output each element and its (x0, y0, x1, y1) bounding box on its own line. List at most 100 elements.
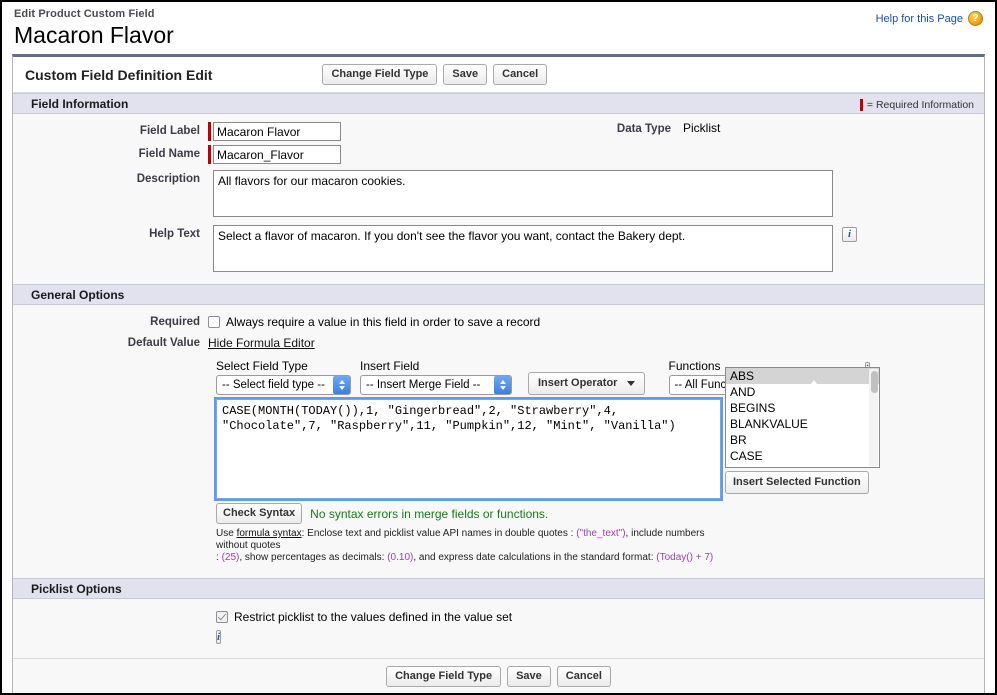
section-title-field-information: Field Information (31, 96, 129, 111)
cancel-button-top[interactable]: Cancel (493, 64, 548, 85)
required-checkbox-row: Always require a value in this field in … (208, 315, 540, 329)
formula-syntax-help: Use formula syntax: Enclose text and pic… (216, 528, 728, 564)
change-field-type-button-top[interactable]: Change Field Type (322, 64, 438, 85)
field-label-input[interactable] (213, 122, 341, 141)
description-label: Description (136, 173, 200, 185)
data-type-label: Data Type (616, 123, 671, 135)
breadcrumb: Edit Product Custom Field (14, 8, 155, 20)
field-label-row: Field Label (13, 120, 984, 143)
required-label: Required (150, 316, 200, 328)
hide-formula-editor-link[interactable]: Hide Formula Editor (208, 336, 315, 350)
help-code-3: (0.10) (387, 552, 414, 563)
help-text-control: Select a flavor of macaron. If you don't… (208, 225, 857, 272)
chevron-down-icon (626, 380, 635, 386)
section-title-picklist-options: Picklist Options (31, 581, 122, 596)
section-header-picklist-options: Picklist Options (13, 578, 984, 599)
formula-syntax-link[interactable]: formula syntax (237, 528, 302, 539)
select-field-type-group: Select Field Type -- Select field type -… (216, 359, 351, 395)
function-list-scrollbar-thumb[interactable] (870, 371, 878, 393)
general-options-body: Required Always require a value in this … (13, 305, 984, 570)
function-list-item[interactable]: AND (726, 384, 879, 400)
save-button-top[interactable]: Save (443, 64, 488, 85)
insert-operator-button[interactable]: Insert Operator (528, 372, 645, 395)
restrict-picklist-checkbox[interactable] (216, 611, 228, 623)
field-name-input[interactable] (213, 145, 341, 164)
help-for-this-page-link[interactable]: Help for this Page (876, 13, 963, 25)
function-list-item[interactable]: BLANKVALUE (726, 416, 879, 432)
help-code-2: (25) (221, 552, 240, 563)
data-type-row: Data Type Picklist (558, 121, 720, 135)
check-syntax-row: Check Syntax No syntax errors in merge f… (216, 503, 984, 524)
function-list-item[interactable]: ABS (726, 368, 879, 384)
page-title: Macaron Flavor (14, 22, 174, 48)
question-mark-icon[interactable]: ? (968, 11, 983, 26)
insert-operator-group: Insert Operator (528, 372, 645, 395)
help-code-4: (Today() + 7) (656, 552, 714, 563)
section-title-general-options: General Options (31, 287, 125, 302)
insert-field-label: Insert Field (360, 359, 420, 373)
help-code-1: ("the_text") (576, 528, 626, 539)
field-information-body: Data Type Picklist Field Label Field Nam… (13, 114, 984, 284)
required-checkbox[interactable] (208, 316, 220, 328)
field-label-control (208, 122, 341, 141)
save-button-bottom[interactable]: Save (507, 665, 551, 687)
formula-textarea[interactable]: CASE(MONTH(TODAY()),1, "Gingerbread",2, … (214, 397, 723, 501)
required-marker-field-label (208, 122, 211, 141)
insert-selected-function-button[interactable]: Insert Selected Function (725, 471, 869, 494)
masthead: Edit Product Custom Field Macaron Flavor… (2, 2, 995, 54)
restrict-picklist-info-wrap: i (216, 629, 984, 644)
restrict-picklist-text: Restrict picklist to the values defined … (234, 610, 513, 624)
required-information-legend: = Required Information (859, 94, 974, 115)
required-marker-field-name (208, 145, 211, 164)
check-syntax-button[interactable]: Check Syntax (216, 503, 303, 524)
default-value-label: Default Value (127, 337, 200, 349)
panel-header: Custom Field Definition Edit Change Fiel… (13, 57, 984, 93)
field-name-control (208, 145, 341, 164)
field-name-label: Field Name (138, 148, 200, 160)
formula-editor: Select Field Type -- Select field type -… (214, 359, 984, 564)
description-textarea[interactable]: All flavors for our macaron cookies. (213, 170, 833, 217)
insert-merge-field-dropdown[interactable]: -- Insert Merge Field -- (360, 375, 512, 395)
insert-field-wrap: -- Insert Merge Field -- (360, 375, 512, 395)
function-list-column: ABS AND BEGINS BLANKVALUE BR CASE Insert… (725, 367, 880, 494)
restrict-picklist-info-icon[interactable]: i (216, 630, 222, 644)
formula-syntax-help-line-1: Use formula syntax: Enclose text and pic… (216, 528, 728, 552)
select-field-type-dropdown[interactable]: -- Select field type -- (216, 375, 351, 395)
restrict-picklist-group: Restrict picklist to the values defined … (216, 611, 984, 644)
field-name-row: Field Name (13, 143, 984, 166)
default-value-row: Default Value Hide Formula Editor (13, 334, 984, 352)
help-for-this-page[interactable]: Help for this Page ? (876, 11, 983, 26)
help-text-e: , show percentages as decimals: (239, 552, 388, 563)
help-text-b: : Enclose text and picklist value API na… (301, 528, 577, 539)
picklist-options-body: Restrict picklist to the values defined … (13, 599, 984, 658)
section-header-field-information: Field Information = Required Information (13, 93, 984, 114)
insert-field-group: Insert Field -- Insert Merge Field -- (360, 359, 512, 395)
field-label-label: Field Label (139, 125, 200, 137)
formula-main-row: CASE(MONTH(TODAY()),1, "Gingerbread",2, … (214, 367, 984, 501)
select-field-type-label: Select Field Type (216, 359, 308, 373)
function-listbox[interactable]: ABS AND BEGINS BLANKVALUE BR CASE (725, 367, 880, 468)
required-row: Required Always require a value in this … (13, 313, 984, 331)
app-window: Edit Product Custom Field Macaron Flavor… (0, 0, 997, 695)
data-type-value: Picklist (683, 121, 721, 135)
select-field-type-wrap: -- Select field type -- (216, 375, 351, 395)
section-header-general-options: General Options (13, 284, 984, 305)
help-text-f: , and express date calculations in the s… (413, 552, 657, 563)
function-list-item[interactable]: BR (726, 432, 879, 448)
change-field-type-button-bottom[interactable]: Change Field Type (386, 665, 502, 687)
formula-syntax-help-line-2: : (25), show percentages as decimals: (0… (216, 552, 728, 564)
help-text-a: Use (216, 528, 237, 539)
syntax-status-message: No syntax errors in merge fields or func… (310, 506, 549, 521)
required-checkbox-text: Always require a value in this field in … (226, 315, 541, 329)
help-text-textarea[interactable]: Select a flavor of macaron. If you don't… (213, 225, 833, 272)
help-text-row: Help Text Select a flavor of macaron. If… (13, 223, 984, 274)
help-text-label: Help Text (149, 228, 200, 240)
panel-footer: Change Field Type Save Cancel (13, 658, 984, 693)
required-marker-icon (859, 98, 863, 111)
function-list-item[interactable]: BEGINS (726, 400, 879, 416)
cancel-button-bottom[interactable]: Cancel (556, 665, 611, 687)
restrict-picklist-row: Restrict picklist to the values defined … (216, 611, 984, 624)
function-list-item[interactable]: CASE (726, 448, 879, 464)
required-information-legend-text: = Required Information (866, 98, 974, 111)
help-text-info-icon[interactable]: i (842, 227, 857, 242)
